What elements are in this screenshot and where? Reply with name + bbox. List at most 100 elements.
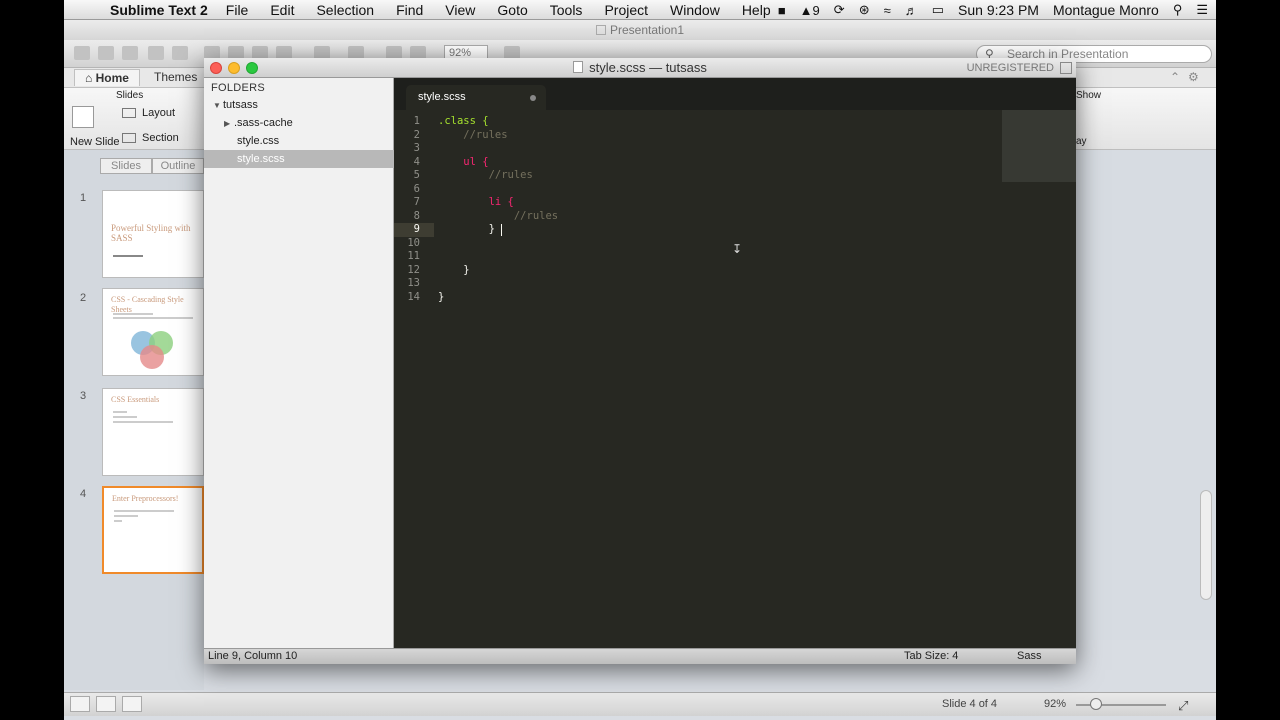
menu-goto[interactable]: Goto <box>497 2 527 18</box>
line-text: .class { <box>438 115 489 127</box>
line-text: //rules <box>438 209 559 222</box>
tab-home-label: Home <box>95 71 129 85</box>
menu-window[interactable]: Window <box>670 2 720 18</box>
app-menu[interactable]: Sublime Text 2 <box>110 2 208 18</box>
tab-size-select[interactable]: Tab Size: 4 <box>904 649 958 664</box>
ribbon-play-label: ay <box>1076 136 1087 147</box>
code-line: 4 ul { <box>394 156 1050 170</box>
print-icon[interactable] <box>172 46 188 60</box>
save-icon[interactable] <box>148 46 164 60</box>
text-cursor <box>501 224 502 236</box>
wifi-icon[interactable]: ≈ <box>884 3 891 18</box>
ribbon-group-slides: Slides <box>116 90 144 101</box>
spotlight-icon[interactable]: ⚲ <box>1173 2 1183 18</box>
code-line: 14 } <box>394 291 1050 305</box>
reading-view-icon[interactable] <box>122 696 142 712</box>
slide-content-line <box>113 313 153 315</box>
code-line: 3 <box>394 142 1050 156</box>
code-line: 1 .class { <box>394 115 1050 129</box>
fit-window-icon[interactable]: ⤢ <box>1178 698 1188 714</box>
letterbox-left <box>0 0 64 720</box>
line-number: 4 <box>413 155 420 168</box>
collapsed-arrow-icon: ▶ <box>224 119 231 128</box>
line-number: 6 <box>413 182 420 195</box>
new-slide-button[interactable]: New Slide <box>70 136 120 148</box>
sorter-view-icon[interactable] <box>96 696 116 712</box>
slide-title: CSS - Cascading Style Sheets <box>111 295 184 314</box>
zoom-button[interactable] <box>246 62 258 74</box>
code-line: 13 <box>394 277 1050 291</box>
ribbon-show-label: Show <box>1076 90 1102 101</box>
section-button[interactable]: Section <box>142 132 179 144</box>
menu-file[interactable]: File <box>226 2 249 18</box>
tree-folder-sass-cache[interactable]: ▶ .sass-cache <box>204 114 394 132</box>
sync-icon[interactable]: ⟳ <box>834 2 845 18</box>
tab-themes[interactable]: Themes <box>154 70 197 84</box>
menu-project[interactable]: Project <box>604 2 648 18</box>
slide-title: Enter Preprocessors! <box>112 494 179 503</box>
ppt-status-bar: Slide 4 of 4 92% ⤢ <box>64 692 1216 716</box>
bluetooth-icon[interactable]: ⊛ <box>859 2 870 18</box>
tab-outline[interactable]: Outline <box>152 158 204 174</box>
slide-thumbnail[interactable]: Powerful Styling with SASS <box>102 190 204 278</box>
user-name[interactable]: Montague Monro <box>1053 2 1159 18</box>
menu-help[interactable]: Help <box>742 2 771 18</box>
tree-file-style-css[interactable]: style.css <box>204 132 394 150</box>
tab-slides[interactable]: Slides <box>100 158 152 174</box>
tree-file-style-scss[interactable]: style.scss <box>204 150 394 168</box>
menu-edit[interactable]: Edit <box>270 2 294 18</box>
line-number: 14 <box>407 290 420 303</box>
line-number: 9 <box>413 223 420 235</box>
close-button[interactable] <box>210 62 222 74</box>
menu-find[interactable]: Find <box>396 2 423 18</box>
open-icon[interactable] <box>122 46 138 60</box>
fullscreen-icon[interactable] <box>1060 62 1072 74</box>
volume-icon[interactable]: ♬ <box>905 3 918 18</box>
slide-thumbnail[interactable]: CSS Essentials <box>102 388 204 476</box>
tree-folder-tutsass[interactable]: ▼ tutsass <box>204 96 394 114</box>
status-count: 9 <box>812 2 820 18</box>
slide-thumbnail-selected[interactable]: Enter Preprocessors! <box>102 486 204 574</box>
ppt-scrollbar[interactable] <box>1200 490 1212 600</box>
templates-icon[interactable] <box>98 46 114 60</box>
code-line: 10 <box>394 237 1050 251</box>
menu-selection[interactable]: Selection <box>316 2 374 18</box>
ribbon-collapse-icon[interactable]: ⌃ <box>1170 70 1180 84</box>
document-icon <box>573 61 584 73</box>
line-number: 3 <box>413 142 420 154</box>
notification-list-icon[interactable]: ☰ <box>1196 2 1208 18</box>
line-text: } <box>438 290 445 303</box>
ppt-canvas <box>1076 150 1216 640</box>
layout-button[interactable]: Layout <box>142 107 175 119</box>
slide-number: 4 <box>80 488 87 500</box>
slide-content-line <box>113 421 173 423</box>
slide-number: 3 <box>80 390 87 402</box>
unsaved-dot-icon[interactable] <box>530 95 536 101</box>
new-doc-icon[interactable] <box>74 46 90 60</box>
clock[interactable]: Sun 9:23 PM <box>958 2 1039 18</box>
minimize-button[interactable] <box>228 62 240 74</box>
adobe-icon[interactable]: ▲9 <box>800 3 820 18</box>
code-line: 11 <box>394 250 1050 264</box>
window-title: style.scss — tutsass <box>589 60 707 75</box>
slide-position: Slide 4 of 4 <box>942 698 998 710</box>
slide-thumbnail[interactable]: CSS - Cascading Style Sheets <box>102 288 204 376</box>
new-slide-icon[interactable] <box>72 106 94 128</box>
slide-title: Powerful Styling with SASS <box>111 223 191 243</box>
tab-home[interactable]: ⌂ Home <box>74 69 140 86</box>
ribbon-gear-icon[interactable]: ⚙ <box>1188 70 1199 84</box>
venn-diagram <box>131 331 175 371</box>
line-number: 1 <box>413 115 420 127</box>
menu-view[interactable]: View <box>445 2 475 18</box>
dropbox-icon[interactable]: ■ <box>778 3 786 18</box>
normal-view-icon[interactable] <box>70 696 90 712</box>
slide-content-line <box>113 255 143 257</box>
cursor-position: Line 9, Column 10 <box>208 650 298 662</box>
ppt-window-title: Presentation1 <box>64 20 1216 40</box>
tab-style-scss[interactable]: style.scss <box>406 85 546 110</box>
syntax-select[interactable]: Sass <box>1017 649 1041 664</box>
code-line-current: 9 } <box>394 223 495 237</box>
zoom-slider-thumb[interactable] <box>1090 698 1102 710</box>
menu-tools[interactable]: Tools <box>550 2 583 18</box>
battery-icon[interactable]: ▭ <box>932 2 944 18</box>
